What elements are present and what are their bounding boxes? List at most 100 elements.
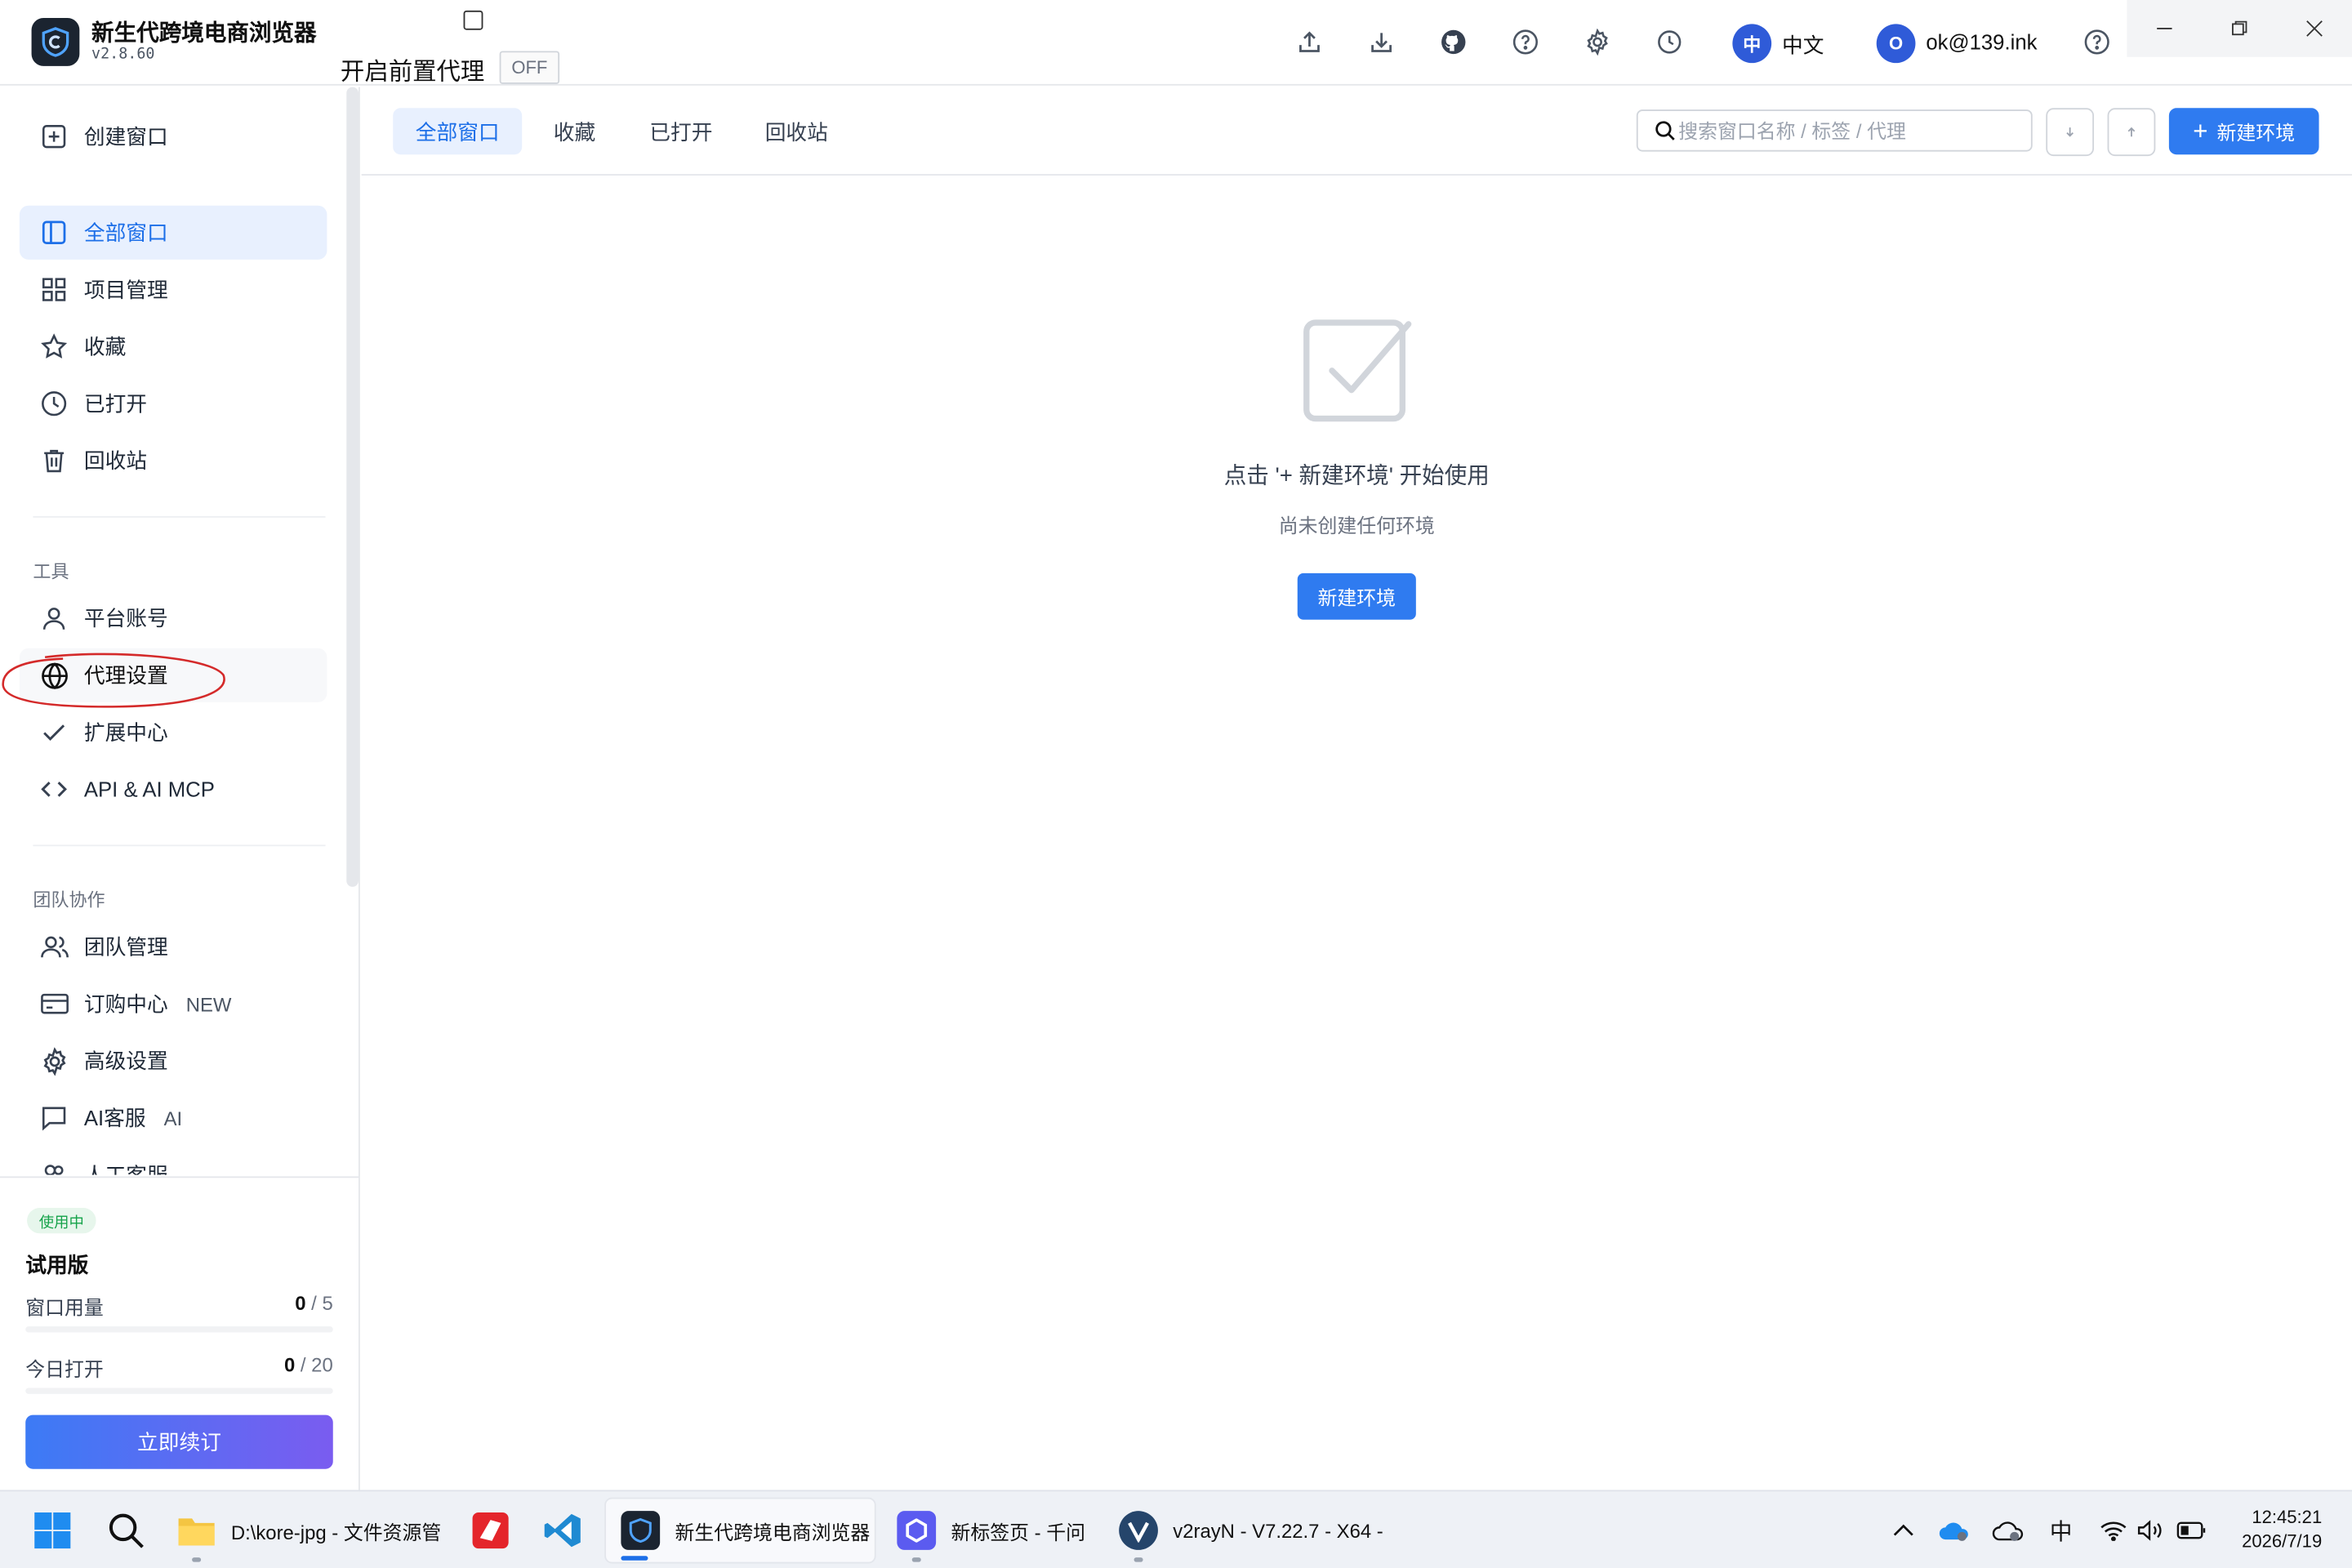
sidebar-item-label: 代理设置 xyxy=(83,663,168,688)
arrow-up-icon xyxy=(2127,127,2136,137)
sidebar-item-label: 人工客服 xyxy=(83,1162,168,1175)
clock-date: 2026/7/19 xyxy=(2242,1530,2323,1552)
sidebar-item-subscription[interactable]: 订购中心 NEW xyxy=(20,977,327,1031)
history-icon[interactable] xyxy=(1653,25,1686,58)
empty-state-subtitle: 尚未创建任何环境 xyxy=(1278,514,1435,537)
main-toolbar: 全部窗口 收藏 已打开 回收站 + 新建环境 xyxy=(361,87,2352,176)
tab-favorites[interactable]: 收藏 xyxy=(531,108,618,154)
create-window-button[interactable]: 创建窗口 xyxy=(20,109,327,163)
main-content: 全部窗口 收藏 已打开 回收站 + 新建环境 点击 '+ 新建环境' 开始使用 xyxy=(361,87,2352,1490)
onedrive-icon[interactable] xyxy=(1938,1514,1971,1547)
sidebar-item-advanced-settings[interactable]: 高级设置 xyxy=(20,1034,327,1088)
empty-checkbox-icon xyxy=(1303,319,1412,422)
volume-icon[interactable] xyxy=(2135,1514,2167,1547)
taskbar-app-v2rayn[interactable]: v2rayN - V7.22.7 - X64 - xyxy=(1104,1498,1398,1564)
renew-button[interactable]: 立即续订 xyxy=(25,1414,333,1469)
sidebar-item-team[interactable]: 团队管理 xyxy=(20,920,327,973)
sidebar-divider xyxy=(33,516,326,518)
today-open-label: 今日打开 xyxy=(25,1357,104,1381)
help-icon[interactable] xyxy=(2081,25,2114,58)
chevron-up-icon[interactable] xyxy=(1887,1514,1920,1547)
v2rayn-icon xyxy=(1119,1511,1158,1550)
search-input[interactable] xyxy=(1678,119,2024,142)
system-clock[interactable]: 12:45:21 2026/7/19 xyxy=(2242,1505,2322,1553)
sidebar-item-proxy-settings[interactable]: 代理设置 xyxy=(19,648,327,702)
search-icon xyxy=(1655,121,1675,140)
arrow-down-icon xyxy=(2066,127,2074,137)
plan-name: 试用版 xyxy=(25,1253,89,1277)
qianwen-icon xyxy=(897,1511,937,1550)
minimize-icon[interactable] xyxy=(2127,0,2202,57)
help-circle-icon[interactable] xyxy=(1509,25,1542,58)
app-version: v2.8.60 xyxy=(91,46,155,64)
restore-icon[interactable] xyxy=(2202,0,2277,57)
sidebar-item-all-windows[interactable]: 全部窗口 xyxy=(19,205,327,260)
sidebar-item-platform-accounts[interactable]: 平台账号 xyxy=(20,591,327,645)
upload-icon[interactable] xyxy=(1293,25,1325,58)
taskbar-app-browser[interactable]: 新生代跨境电商浏览器 xyxy=(604,1497,876,1564)
running-indicator xyxy=(192,1557,202,1562)
taskbar-app-label: v2rayN - V7.22.7 - X64 - xyxy=(1173,1519,1383,1542)
title-bar: 新生代跨境电商浏览器 v2.8.60 开启前置代理 OFF 中 中文 O ok@… xyxy=(0,0,2352,86)
proxy-checkbox[interactable] xyxy=(463,10,483,30)
sidebar-item-opened[interactable]: 已打开 xyxy=(20,376,327,430)
sidebar-item-label: 收藏 xyxy=(83,334,127,359)
user-avatar[interactable]: O xyxy=(1876,24,1916,64)
folder-icon xyxy=(177,1511,216,1550)
sort-up-button[interactable] xyxy=(2107,108,2156,157)
user-email[interactable]: ok@139.ink xyxy=(1926,30,2037,54)
plan-status-badge: 使用中 xyxy=(27,1208,96,1234)
sidebar-item-trash[interactable]: 回收站 xyxy=(20,434,327,488)
window-usage-bar xyxy=(25,1326,333,1333)
sidebar-item-api-mcp[interactable]: API & AI MCP xyxy=(20,762,327,816)
language-badge[interactable]: 中 xyxy=(1732,24,1772,64)
sidebar-scroll-area[interactable]: 创建窗口 全部窗口 项目管理 收藏 已打开 回收站 工具 平台账号 代理设置 扩… xyxy=(0,87,345,1175)
sidebar-item-ai-support[interactable]: AI客服 AI xyxy=(20,1091,327,1145)
sort-down-button[interactable] xyxy=(2046,108,2095,157)
settings-gear-icon[interactable] xyxy=(1581,25,1614,58)
today-open-bar xyxy=(25,1388,333,1394)
tab-trash[interactable]: 回收站 xyxy=(742,108,850,154)
card-icon xyxy=(38,987,70,1020)
close-icon[interactable] xyxy=(2277,0,2352,57)
tab-opened[interactable]: 已打开 xyxy=(627,108,735,154)
sidebar-item-label: 已打开 xyxy=(83,391,147,416)
sidebar-item-favorites[interactable]: 收藏 xyxy=(20,319,327,373)
proxy-toggle[interactable]: OFF xyxy=(499,51,560,84)
sidebar-item-projects[interactable]: 项目管理 xyxy=(20,263,327,317)
search-taskbar-icon[interactable] xyxy=(105,1509,147,1551)
today-open-value: 0 / 20 xyxy=(283,1353,333,1376)
red-app-icon[interactable] xyxy=(470,1509,511,1551)
github-icon[interactable] xyxy=(1437,25,1470,58)
wifi-icon[interactable] xyxy=(2097,1514,2130,1547)
new-environment-button[interactable]: + 新建环境 xyxy=(2168,108,2319,155)
new-environment-label: 新建环境 xyxy=(2216,121,2296,145)
globe-icon xyxy=(38,659,70,692)
app-name: 新生代跨境电商浏览器 xyxy=(91,20,317,47)
tab-all-windows[interactable]: 全部窗口 xyxy=(393,108,523,155)
language-switch[interactable]: 中文 xyxy=(1782,30,1824,60)
vscode-icon[interactable] xyxy=(541,1509,583,1551)
sidebar-scrollbar[interactable] xyxy=(346,87,359,887)
team-section-title: 团队协作 xyxy=(33,889,105,911)
sidebar-item-extensions[interactable]: 扩展中心 xyxy=(20,706,327,760)
sidebar: 创建窗口 全部窗口 项目管理 收藏 已打开 回收站 工具 平台账号 代理设置 扩… xyxy=(0,87,360,1490)
windows-start-icon[interactable] xyxy=(32,1509,74,1551)
ime-indicator[interactable]: 中 xyxy=(2044,1514,2077,1547)
users-icon xyxy=(38,930,70,963)
plus-icon: + xyxy=(2193,117,2208,146)
proxy-label: 开启前置代理 xyxy=(340,60,485,86)
trash-icon xyxy=(38,444,70,477)
sidebar-item-human-support[interactable]: 人工客服 xyxy=(20,1148,327,1175)
taskbar-app-label: 新标签页 - 千问 xyxy=(951,1521,1085,1544)
download-icon[interactable] xyxy=(1365,25,1397,58)
empty-new-environment-button[interactable]: 新建环境 xyxy=(1297,572,1416,620)
taskbar-app-explorer[interactable]: D:\kore-jpg - 文件资源管 xyxy=(162,1498,447,1564)
windows-taskbar: D:\kore-jpg - 文件资源管 新生代跨境电商浏览器 新标签页 - 千问 xyxy=(0,1490,2352,1568)
battery-icon[interactable] xyxy=(2175,1514,2207,1547)
cloud-icon[interactable] xyxy=(1992,1514,2025,1547)
plan-panel: 使用中 试用版 窗口用量 0 / 5 今日打开 0 / 20 立即续订 xyxy=(0,1176,359,1490)
sidebar-item-label: 平台账号 xyxy=(83,606,168,630)
running-indicator xyxy=(1134,1557,1143,1562)
taskbar-app-qianwen[interactable]: 新标签页 - 千问 xyxy=(882,1498,1101,1564)
